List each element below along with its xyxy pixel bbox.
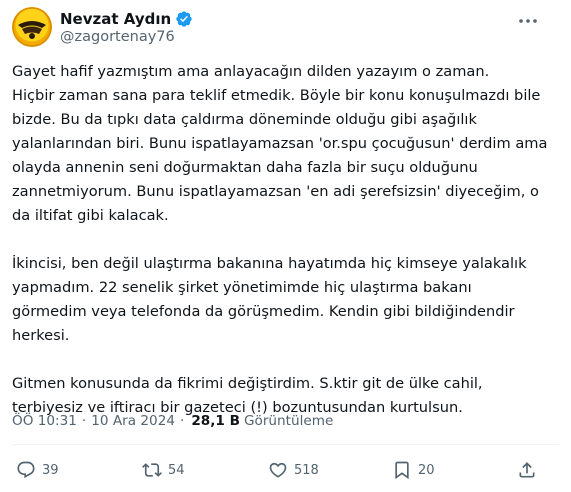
like-count: 518 bbox=[294, 462, 319, 478]
tweet-line: yalanlarından biri. Bunu ispatlayamazsan… bbox=[12, 135, 548, 152]
meta-separator: · bbox=[81, 413, 87, 429]
divider bbox=[12, 444, 559, 445]
like-button[interactable]: 518 bbox=[268, 458, 319, 482]
avatar-logo bbox=[12, 7, 52, 47]
avatar[interactable] bbox=[12, 7, 52, 47]
tweet-date[interactable]: 10 Ara 2024 bbox=[91, 413, 175, 429]
retweet-button[interactable]: 54 bbox=[142, 458, 185, 482]
bookmark-button[interactable]: 20 bbox=[392, 458, 435, 482]
tweet-line: görmedim veya telefonda da görüşmedim. K… bbox=[12, 303, 515, 320]
tweet-line: herkesi. bbox=[12, 327, 70, 344]
tweet-meta: ÖÖ 10:31 · 10 Ara 2024 · 28,1 B Görüntül… bbox=[12, 413, 333, 429]
tweet-line: bizde. Bu da tıpkı data çaldırma dönemin… bbox=[12, 111, 477, 128]
share-button[interactable] bbox=[517, 458, 537, 482]
tweet-line: Gayet hafif yazmıştım ama anlayacağın di… bbox=[12, 63, 490, 80]
tweet-time[interactable]: ÖÖ 10:31 bbox=[12, 413, 77, 429]
reply-button[interactable]: 39 bbox=[16, 458, 59, 482]
like-icon bbox=[269, 462, 287, 478]
retweet-icon bbox=[142, 463, 162, 477]
user-handle[interactable]: @zagortenay76 bbox=[60, 29, 175, 45]
verified-badge-icon[interactable] bbox=[175, 10, 193, 28]
name-row: Nevzat Aydın bbox=[60, 9, 193, 29]
tweet-line: olayda annenin seni doğurmaktan daha faz… bbox=[12, 159, 478, 176]
tweet-text: Gayet hafif yazmıştım ama anlayacağın di… bbox=[12, 60, 552, 420]
views-label: Görüntüleme bbox=[243, 413, 334, 429]
tweet-line: yapmadım. 22 senelik şirket yönetimimde … bbox=[12, 279, 472, 296]
display-name[interactable]: Nevzat Aydın bbox=[60, 10, 171, 28]
retweet-count: 54 bbox=[168, 462, 185, 478]
more-icon[interactable] bbox=[516, 13, 540, 29]
views-count: 28,1 B bbox=[191, 413, 240, 429]
tweet-line: da iltifat gibi kalacak. bbox=[12, 207, 169, 224]
reply-icon bbox=[17, 461, 35, 479]
tweet-line: Gitmen konusunda da fikrimi değiştirdim.… bbox=[12, 375, 483, 392]
bookmark-count: 20 bbox=[418, 462, 435, 478]
reply-count: 39 bbox=[42, 462, 59, 478]
action-bar: 39 54 518 20 bbox=[0, 458, 571, 482]
tweet-line: zannetmiyorum. Bunu ispatlayamazsan 'en … bbox=[12, 183, 539, 200]
tweet-line: Hiçbir zaman sana para teklif etmedik. B… bbox=[12, 87, 541, 104]
meta-separator: · bbox=[180, 413, 185, 429]
tweet-card: Nevzat Aydın @zagortenay76 Gayet hafif y… bbox=[0, 0, 571, 492]
tweet-line: İkincisi, ben değil ulaştırma bakanına h… bbox=[12, 255, 527, 272]
share-icon bbox=[519, 462, 535, 478]
bookmark-icon bbox=[395, 461, 409, 480]
